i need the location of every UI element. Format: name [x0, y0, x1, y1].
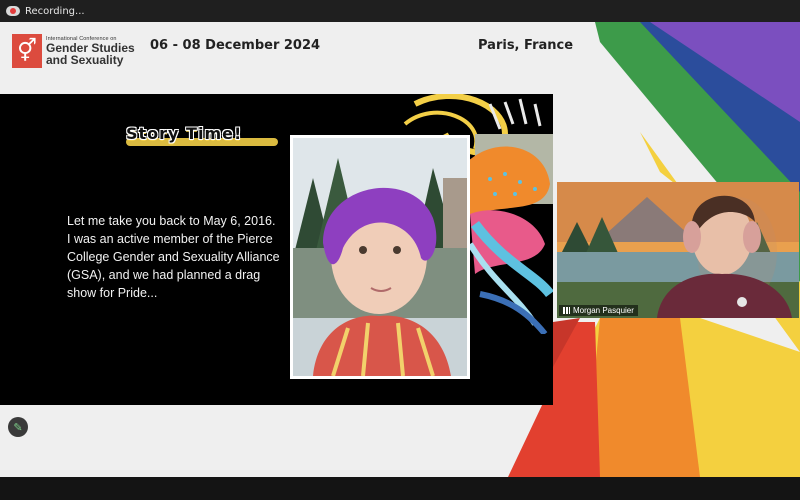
top-bar: Recording...: [0, 0, 800, 22]
pen-button[interactable]: ✎: [8, 417, 28, 437]
recording-icon: [6, 6, 20, 16]
participant-name-tag: Morgan Pasquier: [559, 305, 638, 316]
recording-indicator[interactable]: Recording...: [6, 3, 85, 19]
conference-header: ⚥ International Conference on Gender Stu…: [0, 22, 800, 72]
shared-screen: ⚥ International Conference on Gender Stu…: [0, 22, 800, 477]
gender-symbol-icon: ⚥: [12, 34, 42, 68]
photo-frame: [290, 135, 470, 379]
conference-location: Paris, France: [478, 38, 574, 53]
slide-body-text: Let me take you back to May 6, 2016. I w…: [67, 214, 280, 300]
participant-name: Morgan Pasquier: [573, 306, 634, 315]
logo-line2: and Sexuality: [46, 53, 124, 67]
signal-icon: [563, 307, 570, 314]
conference-logo: ⚥ International Conference on Gender Stu…: [12, 34, 135, 68]
presentation-slide: Story Time! Let me take you back to May …: [0, 94, 553, 405]
bottom-bar: [0, 477, 800, 500]
presenter-photo: [293, 138, 467, 376]
conference-dates: 06 - 08 December 2024: [150, 38, 321, 53]
recording-label: Recording...: [25, 5, 85, 17]
participant-video[interactable]: Morgan Pasquier: [557, 182, 799, 318]
slide-title: Story Time!: [126, 124, 243, 143]
pen-icon: ✎: [13, 421, 23, 434]
